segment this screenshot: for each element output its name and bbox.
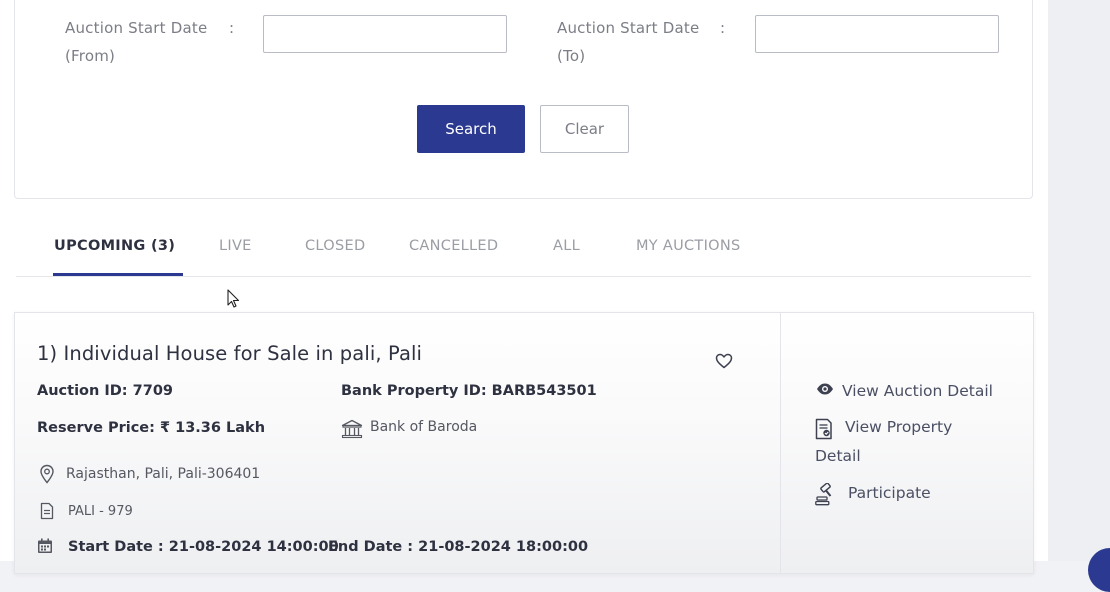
from-date-label: Auction Start Date (From) [65, 19, 208, 65]
tab-cancelled[interactable]: CANCELLED [409, 238, 498, 254]
location-pin-icon [40, 464, 54, 484]
tab-all[interactable]: ALL [553, 238, 580, 254]
calendar-icon [38, 538, 52, 553]
from-date-colon: : [229, 19, 235, 37]
file-icon [40, 502, 54, 520]
bank-property-id: Bank Property ID: BARB543501 [341, 383, 597, 399]
tab-live[interactable]: LIVE [219, 238, 252, 254]
to-date-label: Auction Start Date (To) [557, 19, 700, 65]
auction-card: 1) Individual House for Sale in pali, Pa… [14, 312, 1034, 574]
auction-status-tabs: UPCOMING (3) LIVE CLOSED CANCELLED ALL M… [16, 230, 1031, 277]
tab-closed[interactable]: CLOSED [305, 238, 365, 254]
card-divider [780, 313, 781, 573]
scrollbar-gutter [1048, 0, 1110, 561]
active-tab-indicator [53, 273, 183, 276]
reserve-price: Reserve Price: ₹ 13.36 Lakh [37, 420, 266, 436]
property-title[interactable]: 1) Individual House for Sale in pali, Pa… [37, 342, 422, 365]
search-panel: Auction Start Date (From) : Auction Star… [14, 0, 1033, 199]
search-button[interactable]: Search [417, 105, 525, 153]
tab-upcoming[interactable]: UPCOMING (3) [54, 238, 175, 254]
tab-my-auctions[interactable]: MY AUCTIONS [636, 238, 741, 254]
auction-start-date-to-input[interactable] [755, 15, 999, 53]
participate-link[interactable]: Participate [848, 484, 931, 502]
view-property-detail-link[interactable]: View Property [845, 418, 952, 436]
auction-start-date-from-input[interactable] [263, 15, 507, 53]
view-property-detail-link-cont[interactable]: Detail [815, 447, 861, 465]
to-date-colon: : [720, 19, 726, 37]
auction-start-date: Start Date : 21-08-2024 14:00:00 [68, 539, 339, 555]
property-reference: PALI - 979 [68, 504, 133, 519]
clear-button[interactable]: Clear [540, 105, 629, 153]
auction-id: Auction ID: 7709 [37, 383, 174, 399]
auction-end-date: End Date : 21-08-2024 18:00:00 [328, 539, 589, 555]
bank-icon [341, 419, 363, 439]
heart-icon[interactable] [715, 353, 733, 369]
view-auction-detail-link[interactable]: View Auction Detail [842, 382, 993, 400]
gavel-icon[interactable] [815, 483, 837, 507]
property-location: Rajasthan, Pali, Pali-306401 [66, 466, 261, 482]
bank-name: Bank of Baroda [370, 419, 478, 435]
cursor-arrow-icon [227, 289, 240, 308]
document-icon[interactable] [815, 418, 833, 440]
eye-icon[interactable] [816, 382, 834, 396]
